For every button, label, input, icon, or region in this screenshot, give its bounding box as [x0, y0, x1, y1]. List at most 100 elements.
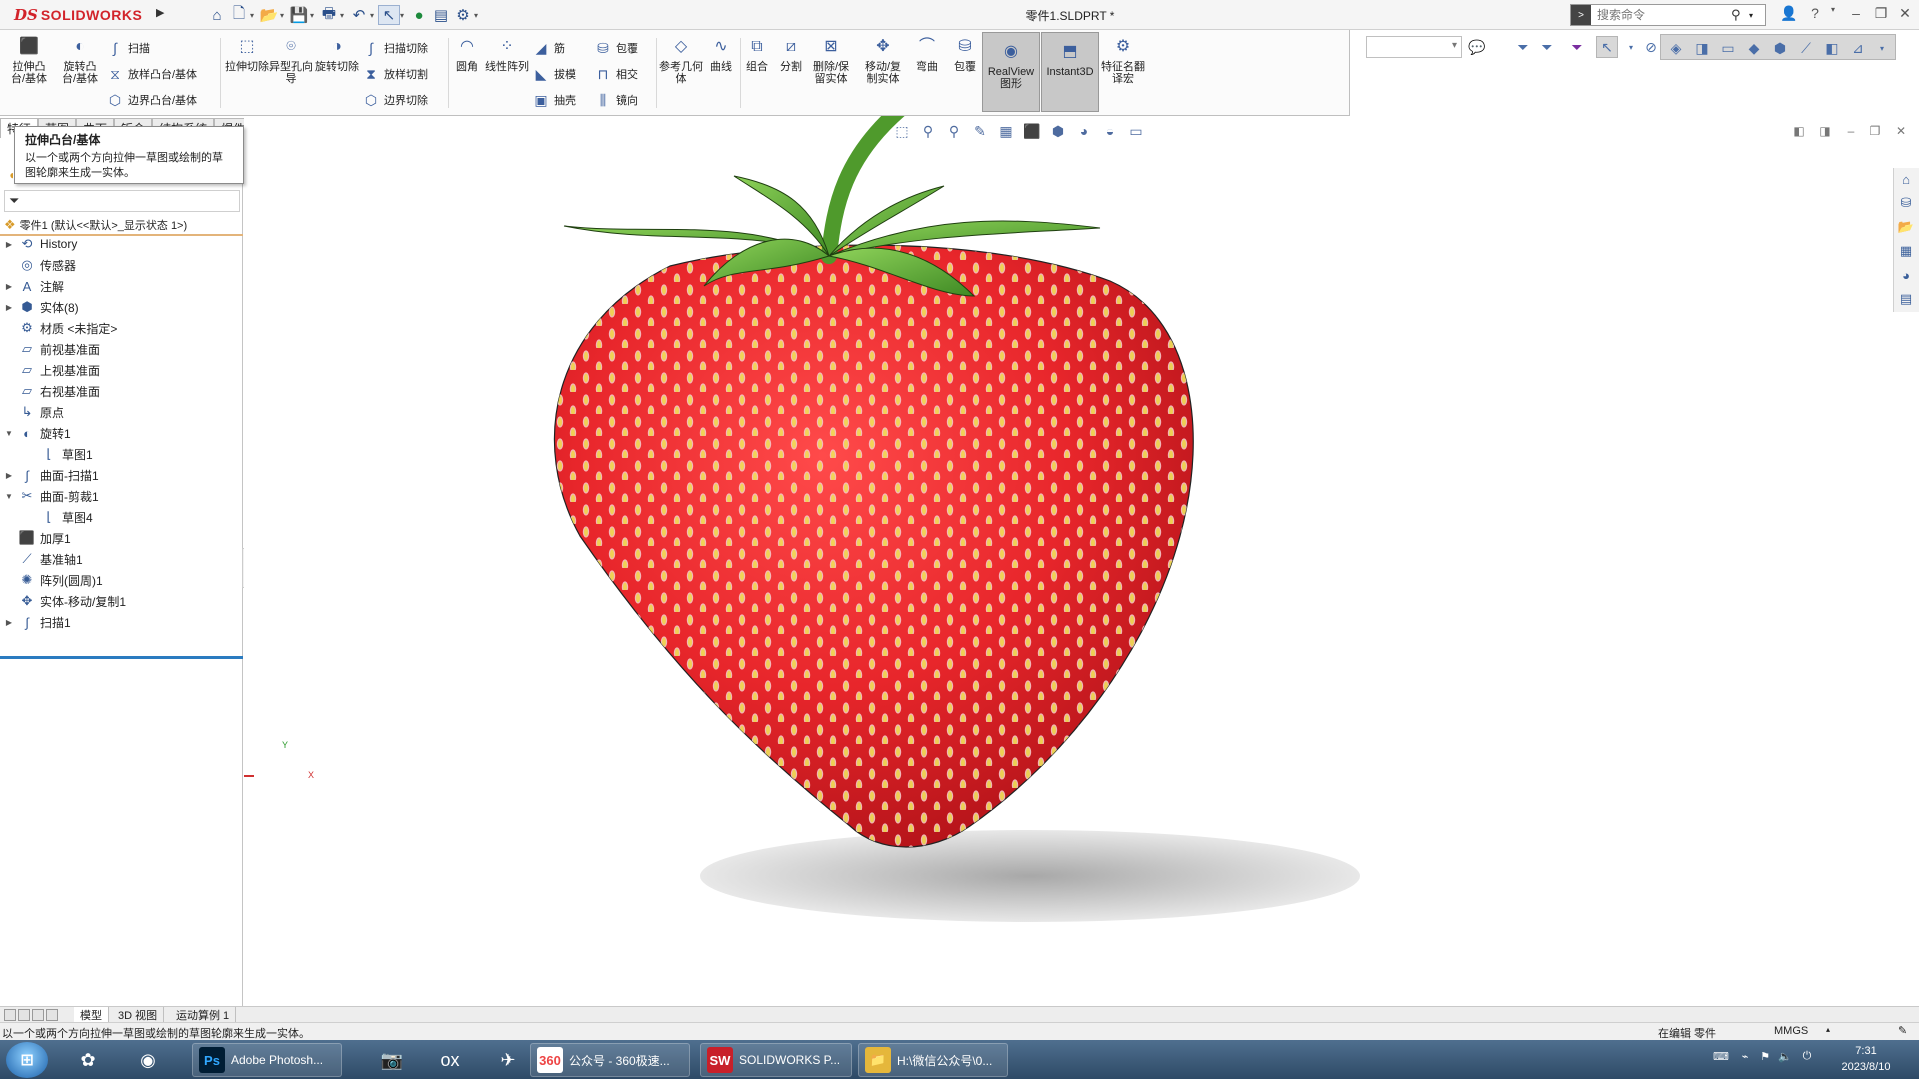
- design-library-icon[interactable]: ⛁: [1894, 192, 1918, 214]
- chevron-up-icon[interactable]: ▴: [1826, 1025, 1830, 1034]
- tree-item[interactable]: ▼ ◐ 旋转1: [4, 423, 71, 443]
- tree-item[interactable]: ▼ ✂ 曲面-剪裁1: [4, 486, 99, 506]
- taskbar-app-2[interactable]: SW SOLIDWORKS P...: [700, 1043, 852, 1077]
- feature-rename-macro-button[interactable]: ⚙ 特征名翻译宏: [1100, 36, 1146, 106]
- expand-arrow-icon[interactable]: ▼: [4, 429, 14, 438]
- disabled-filter-icon[interactable]: ⊘: [1640, 36, 1662, 58]
- extrude-cut-button[interactable]: ⬚ 拉伸切除: [224, 36, 270, 106]
- expand-arrow-icon[interactable]: ▶: [4, 240, 14, 249]
- status-help-icon[interactable]: ✎: [1898, 1024, 1907, 1037]
- filter-axis-icon[interactable]: ⟋: [1795, 37, 1817, 59]
- home-icon[interactable]: ⌂: [206, 5, 228, 25]
- strawberry-model[interactable]: [244, 116, 1892, 1006]
- minimize-icon[interactable]: –: [1845, 5, 1867, 25]
- view-palette-icon[interactable]: ▦: [1894, 240, 1918, 262]
- start-button[interactable]: ⊞: [6, 1042, 48, 1078]
- last-tab-nav[interactable]: [46, 1009, 58, 1021]
- plane-app-icon[interactable]: ✈: [482, 1043, 534, 1077]
- expand-arrow-icon[interactable]: ▼: [4, 492, 14, 501]
- sweep-cut-button[interactable]: ∫ 扫描切除: [362, 38, 428, 58]
- instant3d-button[interactable]: ⬒ Instant3D: [1041, 32, 1099, 112]
- delete-keep-body-button[interactable]: ⊠ 删除/保留实体: [808, 36, 854, 106]
- tree-item[interactable]: ⬛ 加厚1: [4, 528, 71, 548]
- filter-edge-icon[interactable]: ◨: [1691, 37, 1713, 59]
- filter-icon[interactable]: ⏷: [1512, 36, 1534, 58]
- tree-item[interactable]: ▱ 上视基准面: [4, 360, 100, 380]
- chevron-down-icon[interactable]: ▾: [1620, 36, 1642, 58]
- user-icon[interactable]: 👤: [1778, 5, 1800, 25]
- file-properties-icon[interactable]: ▤: [430, 5, 452, 25]
- filter-vertex-icon[interactable]: ◈: [1665, 37, 1687, 59]
- tree-item[interactable]: ⟋ 基准轴1: [4, 549, 82, 569]
- close-icon[interactable]: ✕: [1894, 5, 1916, 25]
- open-folder-icon[interactable]: 📂: [258, 5, 280, 25]
- keyboard-icon[interactable]: ⌨: [1712, 1050, 1730, 1068]
- power-icon[interactable]: ⏻: [1798, 1050, 1816, 1068]
- volume-icon[interactable]: 🔈: [1776, 1050, 1794, 1068]
- tree-item[interactable]: ▶ ⟲ History: [4, 234, 77, 254]
- filter-plane-icon[interactable]: ◧: [1821, 37, 1843, 59]
- tree-item[interactable]: ✥ 实体-移动/复制1: [4, 591, 126, 611]
- filter-faces-icon[interactable]: ⏷: [1536, 36, 1558, 58]
- camera-app-icon[interactable]: 📷: [366, 1043, 418, 1077]
- chevron-down-icon[interactable]: ▾: [1749, 11, 1753, 20]
- configuration-dropdown[interactable]: [1366, 36, 1462, 58]
- boundary-boss-button[interactable]: ⬡ 边界凸台/基体: [106, 90, 197, 110]
- wrap-button[interactable]: ⛁ 包覆: [594, 38, 638, 58]
- chevron-down-icon[interactable]: ▾: [250, 11, 258, 20]
- filter-body-icon[interactable]: ⬢: [1769, 37, 1791, 59]
- draft-button[interactable]: ◣ 拔模: [532, 64, 576, 84]
- chevron-down-icon[interactable]: ▾: [340, 11, 348, 20]
- sweep-button[interactable]: ∫ 扫描: [106, 38, 150, 58]
- appearances-icon[interactable]: ◕: [1894, 264, 1918, 286]
- revolve-boss-button[interactable]: ◐ 旋转凸台/基体: [57, 36, 103, 106]
- chevron-down-icon[interactable]: ▾: [400, 11, 408, 20]
- next-tab-nav[interactable]: [32, 1009, 44, 1021]
- move-copy-body-button[interactable]: ✥ 移动/复制实体: [860, 36, 906, 106]
- intersect-button[interactable]: ⊓ 相交: [594, 64, 638, 84]
- revolve-cut-button[interactable]: ◑ 旋转切除: [314, 36, 360, 106]
- hole-wizard-button[interactable]: ⌾ 异型孔向导: [268, 36, 314, 106]
- restore-icon[interactable]: ❐: [1870, 5, 1892, 25]
- first-tab-nav[interactable]: [4, 1009, 16, 1021]
- select-arrow-icon[interactable]: ↖: [1596, 36, 1618, 58]
- chevron-down-icon[interactable]: ▾: [474, 11, 482, 20]
- filter-sketch-icon[interactable]: ⊿: [1847, 37, 1869, 59]
- expand-arrow-icon[interactable]: ▶: [4, 303, 14, 312]
- rib-button[interactable]: ◢ 筋: [532, 38, 565, 58]
- menu-arrow-icon[interactable]: ▶: [156, 6, 170, 24]
- rollback-bar[interactable]: [0, 656, 243, 659]
- search-commands-box[interactable]: > ⚲ ▾: [1570, 4, 1766, 26]
- tree-item[interactable]: ▱ 前视基准面: [4, 339, 100, 359]
- new-document-icon[interactable]: 🗋: [228, 5, 250, 25]
- tree-filter[interactable]: ⏷: [4, 190, 240, 212]
- bottom-tab-1[interactable]: 3D 视图: [112, 1007, 165, 1023]
- search-icon[interactable]: ⚲: [1731, 7, 1749, 23]
- tree-item[interactable]: ⌊ 草图1: [26, 444, 92, 464]
- filter-edges-icon[interactable]: ⏷: [1566, 36, 1588, 58]
- chevron-down-icon[interactable]: ▾: [370, 11, 378, 20]
- chevron-down-icon[interactable]: ▾: [1822, 5, 1844, 25]
- tree-item[interactable]: ◎ 传感器: [4, 255, 76, 275]
- comment-icon[interactable]: 💬: [1466, 36, 1488, 58]
- graphics-viewport[interactable]: ⤓ ⬚ ⚲ ⚲ ✎ ▦ ⬛ ⬢ ◕ ◒ ▭ ◧ ◨ – ❐ ✕ Y X ⌂ ⛁ …: [244, 116, 1919, 1006]
- realview-button[interactable]: ◉ RealView图形: [982, 32, 1040, 112]
- filter-surface-icon[interactable]: ◆: [1743, 37, 1765, 59]
- tree-item[interactable]: ↳ 原点: [4, 402, 64, 422]
- gear-icon[interactable]: ⚙: [452, 5, 474, 25]
- taskbar-app-0[interactable]: Ps Adobe Photosh...: [192, 1043, 342, 1077]
- mirror-button[interactable]: ⫼ 镜向: [594, 90, 638, 110]
- flag-icon[interactable]: ⚑: [1756, 1050, 1774, 1068]
- tree-item[interactable]: ▶ ⬢ 实体(8): [4, 297, 79, 317]
- loft-cut-button[interactable]: ⧗ 放样切割: [362, 64, 428, 84]
- window-close-icon[interactable]: ✕: [1892, 124, 1910, 140]
- expand-arrow-icon[interactable]: ▶: [4, 618, 14, 627]
- bottom-tab-2[interactable]: 运动算例 1: [170, 1007, 237, 1023]
- bottom-tab-0[interactable]: 模型: [74, 1007, 109, 1023]
- solidworks-resources-icon[interactable]: ⌂: [1894, 168, 1918, 190]
- status-units[interactable]: MMGS: [1774, 1025, 1808, 1037]
- network-icon[interactable]: ⌁: [1736, 1050, 1754, 1068]
- tree-item[interactable]: ▶ ∫ 扫描1: [4, 612, 71, 632]
- chevron-down-icon[interactable]: ▾: [310, 11, 318, 20]
- taskbar-app-1[interactable]: 360 公众号 - 360极速...: [530, 1043, 690, 1077]
